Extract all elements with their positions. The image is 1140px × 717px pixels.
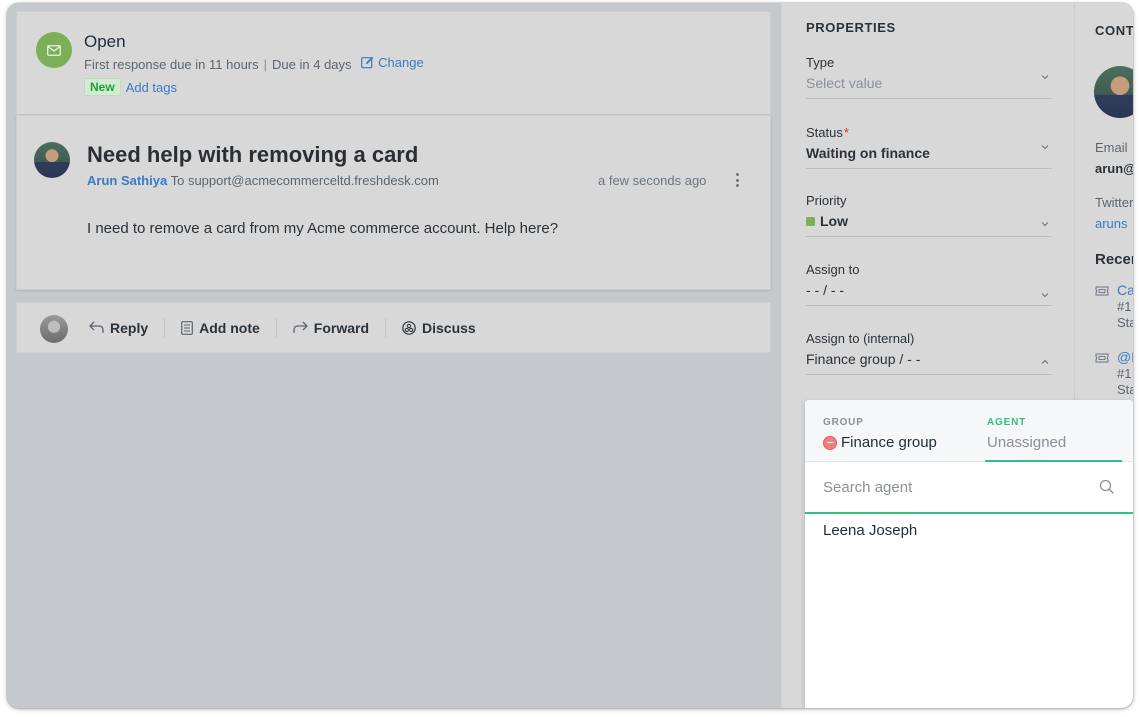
- agent-tab-label: AGENT: [987, 417, 1026, 428]
- email-value: arun@: [1095, 161, 1133, 176]
- assign-internal-dropdown: GROUP Finance group AGENT Unassigned Lee…: [805, 400, 1133, 708]
- discuss-label: Discuss: [422, 319, 476, 336]
- assign-to-label: Assign to: [806, 262, 860, 277]
- assign-to-internal-value: Finance group / - -: [806, 351, 921, 367]
- ticket-body: I need to remove a card from my Acme com…: [87, 220, 559, 237]
- chevron-down-icon: [1041, 75, 1049, 80]
- change-due-button[interactable]: Change: [361, 55, 424, 70]
- chevron-down-icon: [1041, 222, 1049, 227]
- type-value: Select value: [806, 75, 883, 91]
- more-options-icon[interactable]: [732, 171, 742, 189]
- resolution-due: Due in 4 days: [272, 57, 352, 72]
- email-icon: [36, 32, 72, 68]
- change-label: Change: [378, 55, 424, 70]
- recipient-email: support@acmecommerceltd.freshdesk.com: [187, 173, 439, 188]
- discuss-icon: [402, 320, 416, 335]
- sla-separator: |: [263, 57, 268, 72]
- recent-ticket-title: Ca: [1117, 282, 1133, 298]
- remove-group-icon[interactable]: [823, 435, 837, 450]
- status-field[interactable]: Status* Waiting on finance: [806, 125, 1052, 169]
- add-tags-link[interactable]: Add tags: [126, 80, 177, 95]
- twitter-link[interactable]: aruns: [1095, 216, 1128, 231]
- forward-label: Forward: [313, 319, 370, 336]
- assign-to-internal-field[interactable]: Assign to (internal) Finance group / - -: [806, 331, 1052, 375]
- recent-ticket-title: @F: [1117, 349, 1133, 365]
- email-label: Email: [1095, 140, 1128, 155]
- group-tab-value: Finance group: [823, 434, 937, 451]
- ticket-from-line: Arun Sathiya To support@acmecommerceltd.…: [87, 173, 439, 188]
- required-marker: *: [843, 125, 849, 140]
- priority-value-text: Low: [820, 213, 848, 229]
- action-buttons: Reply Add note Forward Discuss: [89, 303, 492, 352]
- requester-avatar[interactable]: [34, 142, 70, 178]
- assign-to-value: - - / - -: [806, 282, 845, 298]
- group-value-text: Finance group: [841, 434, 937, 451]
- group-tab[interactable]: GROUP Finance group: [823, 400, 973, 462]
- assign-to-internal-label: Assign to (internal): [806, 331, 915, 346]
- agent-tab[interactable]: AGENT Unassigned: [985, 400, 1122, 462]
- ticket-main-area: Open First response due in 11 hours | Due …: [7, 3, 781, 708]
- contact-avatar: [1094, 66, 1133, 118]
- recent-ticket-status: Sta: [1117, 382, 1133, 397]
- first-response-due: First response due in 11 hours: [84, 57, 259, 72]
- priority-color-icon: [806, 216, 815, 226]
- edit-icon: [361, 56, 374, 69]
- agent-avatar: [40, 315, 68, 343]
- type-field[interactable]: Type Select value: [806, 55, 1052, 99]
- chevron-down-icon: [1041, 145, 1049, 150]
- ticket-icon: [1095, 286, 1109, 296]
- add-note-button[interactable]: Add note: [165, 318, 276, 338]
- twitter-label: Twitter: [1095, 195, 1133, 210]
- to-label: To: [170, 173, 185, 188]
- app-window: Open First response due in 11 hours | Due …: [7, 3, 1133, 708]
- note-icon: [181, 320, 194, 335]
- ticket-status-card: Open First response due in 11 hours | Due …: [16, 11, 771, 115]
- sla-info: First response due in 11 hours | Due in 4 …: [84, 55, 424, 72]
- status-label-text: Status: [806, 125, 843, 140]
- forward-button[interactable]: Forward: [277, 318, 385, 338]
- chevron-up-icon: [1041, 359, 1049, 364]
- reply-button[interactable]: Reply: [89, 318, 164, 338]
- assign-to-field[interactable]: Assign to - - / - -: [806, 262, 1052, 306]
- type-label: Type: [806, 55, 835, 70]
- properties-title: PROPERTIES: [806, 20, 896, 35]
- chevron-down-icon: [1041, 293, 1049, 298]
- agent-option[interactable]: Leena Joseph: [823, 522, 917, 539]
- contact-title: CONTACT: [1095, 23, 1133, 38]
- new-badge: New: [84, 78, 121, 96]
- recent-ticket-status: Sta: [1117, 315, 1133, 330]
- sender-name-link[interactable]: Arun Sathiya: [87, 173, 167, 188]
- ticket-timestamp: a few seconds ago: [598, 173, 707, 188]
- search-icon: [1099, 479, 1114, 494]
- status-label: Status*: [806, 125, 1052, 140]
- ticket-status-title: Open: [84, 32, 126, 51]
- status-value: Waiting on finance: [806, 145, 930, 161]
- group-tab-label: GROUP: [823, 417, 864, 428]
- tags-row: New Add tags: [84, 78, 177, 96]
- recent-ticket-number: #1: [1117, 366, 1132, 381]
- priority-field[interactable]: Priority Low: [806, 193, 1052, 237]
- reply-label: Reply: [110, 319, 149, 336]
- add-note-label: Add note: [199, 319, 260, 336]
- ticket-subject: Need help with removing a card: [87, 142, 419, 167]
- agent-search-box: [805, 462, 1133, 514]
- reply-action-bar: Reply Add note Forward Discuss: [16, 302, 771, 353]
- forward-icon: [293, 321, 308, 333]
- reply-icon: [89, 321, 104, 333]
- ticket-message-card: Need help with removing a card Arun Sath…: [16, 115, 771, 290]
- recent-tickets-heading: Recent: [1095, 251, 1133, 268]
- recent-ticket-number: #1: [1117, 299, 1132, 314]
- priority-label: Priority: [806, 193, 847, 208]
- dropdown-tabs: GROUP Finance group AGENT Unassigned: [805, 400, 1133, 462]
- discuss-button[interactable]: Discuss: [386, 318, 492, 338]
- ticket-icon: [1095, 353, 1109, 363]
- priority-value: Low: [806, 213, 1052, 229]
- agent-search-input[interactable]: [823, 476, 1083, 498]
- agent-tab-value: Unassigned: [987, 434, 1067, 451]
